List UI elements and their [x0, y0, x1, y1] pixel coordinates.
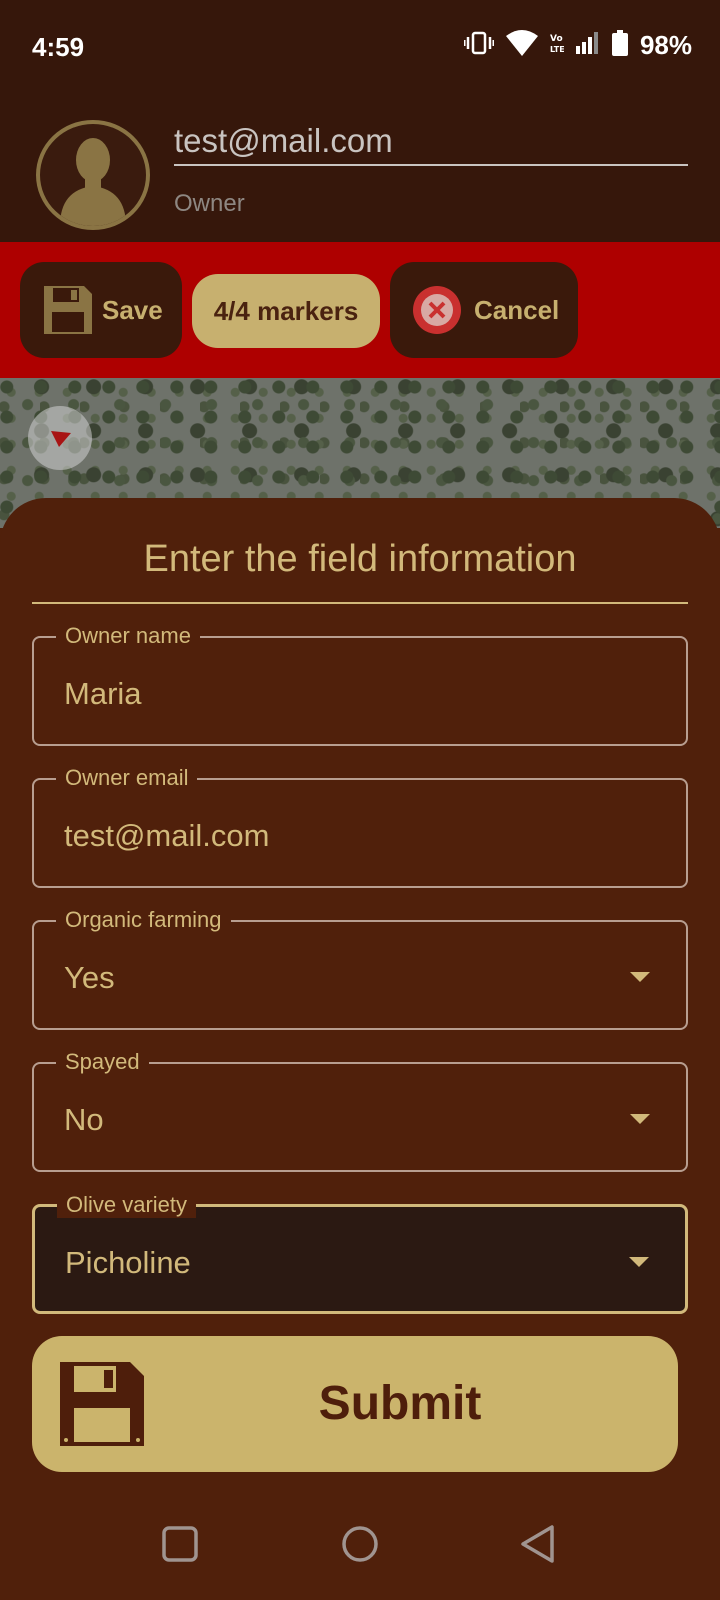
back-triangle-icon — [521, 1525, 554, 1563]
status-time: 4:59 — [32, 32, 85, 62]
status-bar: 4:59 Vo LTE 98% — [0, 0, 720, 90]
markers-count-button[interactable]: 4/4 markers — [192, 274, 380, 348]
battery-percentage: 98% — [639, 30, 692, 60]
spayed-label: Spayed — [56, 1049, 149, 1075]
compass-icon — [51, 431, 71, 447]
organic-farming-label: Organic farming — [56, 907, 231, 933]
square-icon — [162, 1526, 198, 1562]
dropdown-arrow-icon — [630, 972, 650, 982]
olive-variety-select[interactable]: Olive variety Picholine — [32, 1192, 688, 1314]
submit-button-label: Submit — [318, 1377, 482, 1430]
owner-name-field[interactable]: Owner name Maria — [32, 623, 688, 746]
vibrate-icon — [463, 31, 495, 60]
recents-button[interactable] — [160, 1524, 200, 1569]
floppy-disk-icon — [42, 284, 94, 336]
cancel-button[interactable]: Cancel — [390, 262, 578, 358]
organic-farming-value: Yes — [64, 960, 115, 995]
battery-icon — [611, 30, 628, 61]
navigation-bar — [0, 1490, 720, 1600]
svg-text:LTE: LTE — [550, 45, 564, 54]
owner-email-value: test@mail.com — [64, 818, 270, 853]
olive-variety-label: Olive variety — [57, 1192, 197, 1218]
submit-button[interactable]: Submit — [32, 1336, 678, 1472]
organic-farming-select[interactable]: Organic farming Yes — [32, 907, 688, 1030]
sheet-title: Enter the field information — [143, 538, 577, 580]
divider — [32, 602, 688, 604]
user-role: Owner — [174, 190, 245, 217]
dropdown-arrow-icon — [629, 1257, 649, 1267]
compass-button[interactable] — [28, 406, 92, 470]
back-button[interactable] — [518, 1524, 558, 1569]
svg-text:Vo: Vo — [550, 34, 563, 44]
spayed-value: No — [64, 1102, 104, 1137]
owner-email-field[interactable]: Owner email test@mail.com — [32, 765, 688, 888]
signal-icon — [575, 32, 600, 59]
toolbar: Save 4/4 markers Cancel — [0, 242, 720, 378]
app-header: test@mail.com Owner — [0, 90, 720, 242]
user-email: test@mail.com — [174, 122, 688, 166]
status-icons: Vo LTE 98% — [463, 30, 692, 61]
olive-variety-value: Picholine — [65, 1245, 191, 1280]
save-button-label: Save — [102, 294, 163, 325]
owner-email-label: Owner email — [56, 765, 198, 791]
save-button[interactable]: Save — [20, 262, 182, 358]
owner-name-value: Maria — [64, 676, 142, 711]
circle-icon — [342, 1526, 378, 1562]
close-circle-icon — [412, 285, 462, 335]
owner-name-label: Owner name — [56, 623, 200, 649]
spayed-select[interactable]: Spayed No — [32, 1049, 688, 1172]
volte-icon: Vo LTE — [550, 32, 565, 59]
home-button[interactable] — [340, 1524, 380, 1569]
wifi-icon — [505, 30, 538, 61]
dropdown-arrow-icon — [630, 1114, 650, 1124]
cancel-button-label: Cancel — [474, 294, 560, 325]
person-icon — [60, 138, 126, 226]
avatar[interactable] — [36, 120, 150, 230]
